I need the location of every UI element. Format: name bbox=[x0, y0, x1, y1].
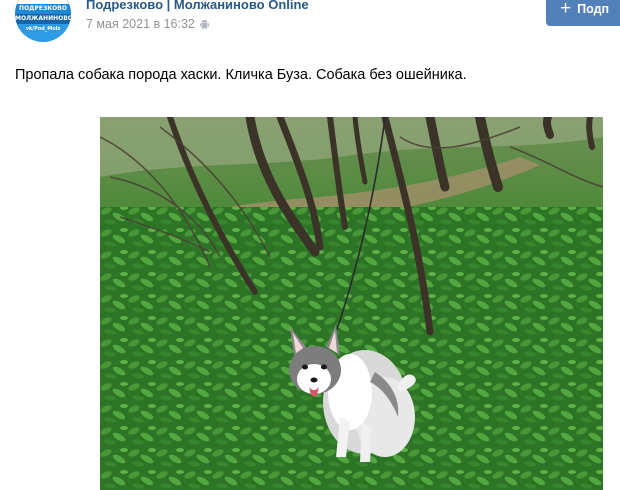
plus-icon: + bbox=[560, 0, 572, 19]
post-meta: 7 мая 2021 в 16:32 bbox=[86, 17, 209, 31]
avatar-text-line-1: ПОДРЕЗКОВО bbox=[19, 5, 67, 12]
post-photo[interactable] bbox=[100, 117, 603, 490]
avatar-text-line-3: vk/Pod_Molz bbox=[25, 26, 61, 32]
subscribe-button[interactable]: + Подп bbox=[546, 0, 620, 26]
avatar-text-line-2: МОЛЖАНИНОВО bbox=[15, 15, 71, 22]
post-date-link[interactable]: 7 мая 2021 в 16:32 bbox=[86, 17, 195, 31]
group-name-link[interactable]: Подрезково | Молжаниново Online bbox=[86, 0, 309, 12]
subscribe-button-label: Подп bbox=[577, 2, 610, 16]
group-avatar[interactable]: ПОДРЕЗКОВО МОЛЖАНИНОВО vk/Pod_Molz bbox=[15, 0, 71, 42]
post-text: Пропала собака порода хаски. Кличка Буза… bbox=[15, 67, 467, 83]
android-icon bbox=[199, 19, 209, 30]
